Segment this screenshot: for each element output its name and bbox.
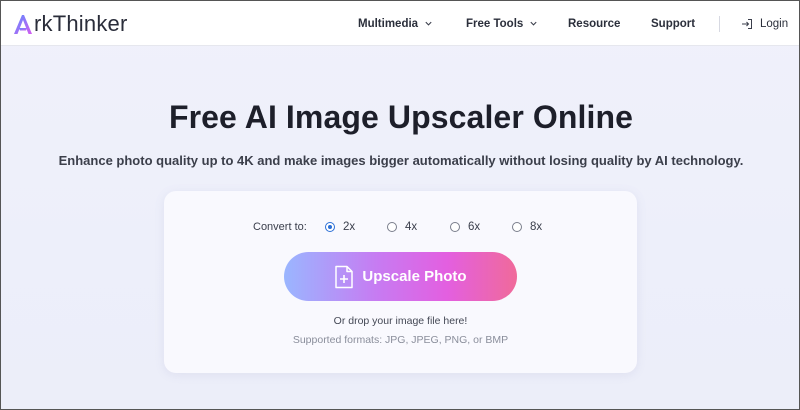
logo-text: rkThinker [34,11,128,36]
radio-8x-label: 8x [530,221,543,233]
scale-options: Convert to: 2x 4x 6x 8x [164,219,637,235]
nav-support[interactable]: Support [651,1,695,46]
nav-support-label: Support [651,17,696,30]
upscale-card: Convert to: 2x 4x 6x 8x Upscale Photo Or… [164,191,637,373]
radio-6x[interactable] [450,222,460,232]
page-title: Free AI Image Upscaler Online [168,99,634,135]
radio-4x-label: 4x [405,221,418,233]
upscale-photo-button[interactable]: Upscale Photo [284,252,517,301]
radio-4x[interactable] [387,222,397,232]
login-link[interactable]: Login [741,1,788,46]
login-label: Login [760,17,789,30]
nav-resource-label: Resource [568,17,621,30]
nav-divider [719,16,720,32]
nav-multimedia-label: Multimedia [358,17,419,30]
supported-formats: Supported formats: JPG, JPEG, PNG, or BM… [292,334,509,346]
radio-2x[interactable] [325,222,335,232]
radio-2x-label: 2x [343,221,356,233]
login-icon [742,18,752,29]
nav-free-tools[interactable]: Free Tools [466,1,538,46]
chevron-down-icon [530,21,537,26]
radio-6x-label: 6x [468,221,481,233]
nav-resource[interactable]: Resource [568,1,620,46]
radio-8x[interactable] [512,222,522,232]
scale-option-6x[interactable]: 6x [450,219,480,235]
scale-option-8x[interactable]: 8x [512,219,542,235]
page-subtitle: Enhance photo quality up to 4K and make … [58,153,744,168]
nav-multimedia[interactable]: Multimedia [358,1,433,46]
logo-a-icon [14,15,32,34]
add-file-icon [335,265,354,288]
arkthinker-logo[interactable]: rkThinker [13,10,128,38]
site-header: rkThinker Multimedia Free Tools Resource… [1,1,799,46]
convert-to-label: Convert to: [253,221,307,233]
nav-free-tools-label: Free Tools [466,17,524,30]
scale-option-2x[interactable]: 2x [325,219,355,235]
chevron-down-icon [425,21,432,26]
scale-option-4x[interactable]: 4x [387,219,417,235]
drop-hint: Or drop your image file here! [333,315,468,327]
upscale-photo-label: Upscale Photo [362,268,467,285]
